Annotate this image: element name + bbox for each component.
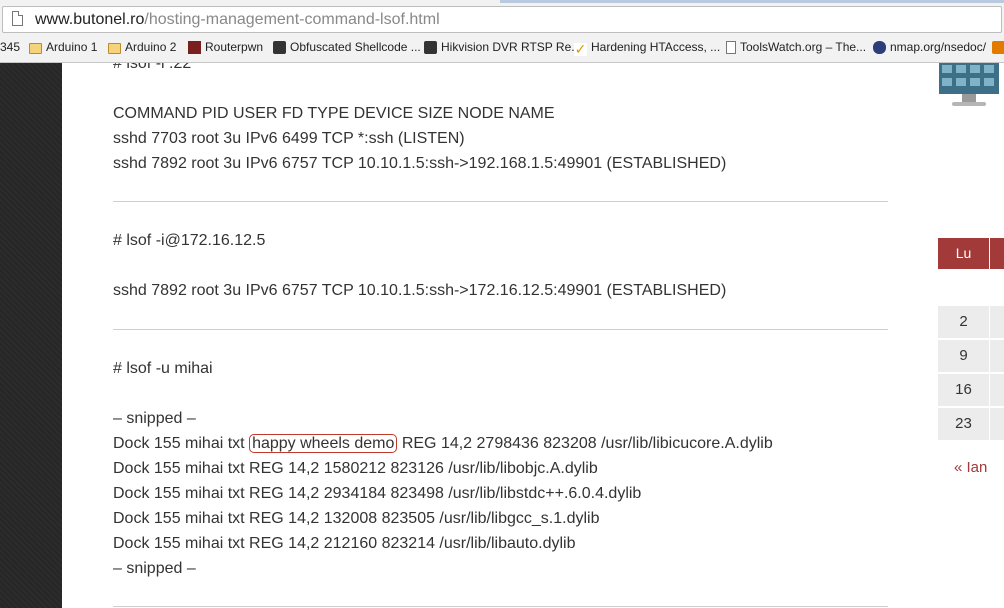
bookmark-345[interactable]: 345	[0, 38, 20, 56]
bookmark-hikvision[interactable]: Hikvision DVR RTSP Re...	[424, 38, 581, 56]
bookmark-label: Obfuscated Shellcode ...	[290, 40, 421, 54]
monitor-thumbnail-icon[interactable]	[938, 62, 1000, 108]
bookmark-nmap-nsedoc[interactable]: nmap.org/nsedoc/	[873, 38, 986, 56]
output-line: Dock 155 mihai txt happy wheels demo REG…	[113, 434, 773, 454]
eye-icon	[873, 41, 886, 54]
output-line: Dock 155 mihai txt REG 14,2 212160 82321…	[113, 535, 576, 552]
output-header: COMMAND PID USER FD TYPE DEVICE SIZE NOD…	[113, 105, 555, 122]
calendar-day[interactable]: 16	[938, 374, 989, 406]
tab-strip-edge	[500, 0, 1004, 3]
calendar-day[interactable]: 2	[938, 306, 989, 338]
bookmark-arduino-1[interactable]: Arduino 1	[29, 38, 97, 56]
bookmark-arduino-2[interactable]: Arduino 2	[108, 38, 176, 56]
highlighted-link[interactable]: happy wheels demo	[249, 434, 398, 453]
page-icon	[726, 41, 736, 54]
divider	[113, 606, 888, 607]
calendar-day[interactable]	[990, 408, 1004, 440]
url-text[interactable]: www.butonel.ro/hosting-management-comman…	[35, 10, 440, 29]
bookmarks-bar: 345 Arduino 1 Arduino 2 Routerpwn Obfusc…	[0, 37, 1004, 57]
address-bar[interactable]: www.butonel.ro/hosting-management-comman…	[2, 6, 1002, 33]
router-icon	[188, 41, 201, 54]
output-line: Dock 155 mihai txt REG 14,2 132008 82350…	[113, 510, 600, 527]
output-line: Dock 155 mihai txt REG 14,2 1580212 8231…	[113, 460, 598, 477]
snipped-marker: – snipped –	[113, 410, 196, 427]
calendar-day[interactable]	[990, 374, 1004, 406]
check-icon: ✓	[574, 41, 587, 57]
bookmark-label: Hikvision DVR RTSP Re...	[441, 40, 582, 54]
calendar-day[interactable]	[990, 340, 1004, 372]
command-line: # lsof -i :22	[113, 62, 192, 72]
output-suffix: REG 14,2 2798436 823208 /usr/lib/libicuc…	[397, 435, 773, 452]
page-icon	[12, 11, 23, 26]
command-line: # lsof -u mihai	[113, 360, 213, 377]
sidebar: Lu 2 9 16 23 « Ian	[938, 62, 1004, 608]
calendar-weekday-header	[990, 238, 1004, 269]
output-line: Dock 155 mihai txt REG 14,2 2934184 8234…	[113, 485, 642, 502]
bookmark-label: ToolsWatch.org – The...	[740, 40, 867, 54]
bookmark-label: 345	[0, 40, 21, 54]
article-content: # lsof -i :22 COMMAND PID USER FD TYPE D…	[62, 62, 938, 608]
output-line: sshd 7703 root 3u IPv6 6499 TCP *:ssh (L…	[113, 130, 465, 147]
calendar-weekday-header: Lu	[938, 238, 989, 269]
output-line: sshd 7892 root 3u IPv6 6757 TCP 10.10.1.…	[113, 155, 727, 172]
bookmark-overflow[interactable]	[992, 38, 1004, 56]
bookmark-favicon-icon	[992, 41, 1004, 54]
bookmark-hardening-htaccess[interactable]: ✓ Hardening HTAccess, ...	[574, 38, 720, 56]
bookmark-obfuscated-shellcode[interactable]: Obfuscated Shellcode ...	[273, 38, 421, 56]
folder-icon	[108, 43, 121, 54]
folder-icon	[29, 43, 42, 54]
divider	[113, 201, 888, 202]
output-prefix: Dock 155 mihai txt	[113, 435, 250, 452]
bookmark-label: Routerpwn	[205, 40, 264, 54]
command-line: # lsof -i@172.16.12.5	[113, 232, 266, 249]
bookmark-label: Arduino 2	[125, 40, 177, 54]
bookmark-routerpwn[interactable]: Routerpwn	[188, 38, 263, 56]
browser-chrome: www.butonel.ro/hosting-management-comman…	[0, 0, 1004, 63]
bookmark-label: nmap.org/nsedoc/	[890, 40, 987, 54]
bookmark-toolswatch[interactable]: ToolsWatch.org – The...	[726, 38, 866, 56]
calendar-day[interactable]: 9	[938, 340, 989, 372]
url-host: www.butonel.ro	[35, 11, 145, 28]
url-path: /hosting-management-command-lsof.html	[144, 11, 440, 28]
snipped-marker: – snipped –	[113, 560, 196, 577]
bookmark-label: Hardening HTAccess, ...	[591, 40, 721, 54]
bookmark-label: Arduino 1	[46, 40, 98, 54]
calendar-prev-link[interactable]: « Ian	[954, 459, 987, 476]
calendar-day[interactable]: 23	[938, 408, 989, 440]
output-line: sshd 7892 root 3u IPv6 6757 TCP 10.10.1.…	[113, 282, 727, 299]
divider	[113, 329, 888, 330]
calendar-day[interactable]	[990, 306, 1004, 338]
person-icon	[424, 41, 437, 54]
person-icon	[273, 41, 286, 54]
page-background-left	[0, 62, 62, 608]
